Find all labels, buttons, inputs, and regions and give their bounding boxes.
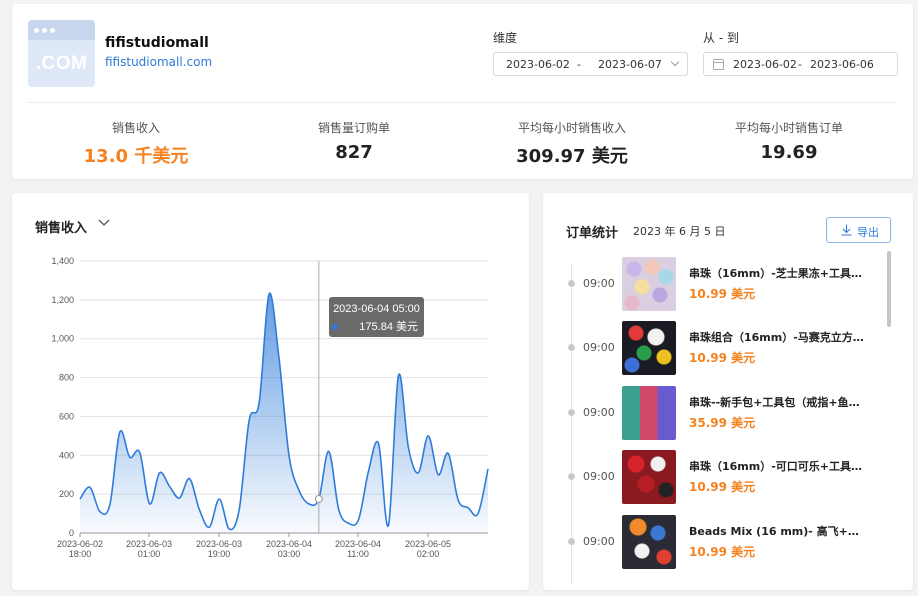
tooltip-value: 175.84 美元 [359,320,418,333]
dimension-select[interactable]: 2023-06-02 - 2023-06-07 [493,52,688,76]
order-time: 09:00 [583,470,615,483]
metric-label: 平均每小时销售收入 [517,121,626,135]
dimension-end: 2023-06-07 [598,58,662,71]
tooltip-title: 2023-06-04 05:00 [333,303,420,315]
product-name: 串珠（16mm）-可口可乐+工具包（戒指+鱼线） [689,460,864,473]
x-tick-time: 18:00 [69,549,92,559]
dimension-separator: - [577,58,581,71]
shop-name: fifistudiomall [105,35,209,51]
y-tick-label: 1,000 [51,334,74,344]
product-name: 串珠--新手包+工具包（戒指+鱼线+剪刀） [689,396,864,409]
product-price: 10.99 美元 [689,287,756,301]
shop-logo: .COM [28,20,95,87]
timeline-dot [568,409,575,416]
order-time: 09:00 [583,341,615,354]
revenue-chart-card: 销售收入 0 200 400 600 800 1,000 1,200 1,400 2023-06… [12,193,529,590]
y-tick-label: 1,200 [51,295,74,305]
range-separator: - [798,58,802,71]
scrollbar[interactable] [887,251,891,327]
x-tick-date: 2023-06-03 [126,539,172,549]
metric-sales-revenue: 销售收入 13.0 千美元 [26,119,246,168]
y-tick-label: 200 [59,489,74,499]
x-tick-date: 2023-06-04 [335,539,381,549]
order-item[interactable]: 09:00 串珠--新手包+工具包（戒指+鱼线+剪刀） 35.99 美元 [543,385,883,441]
metric-value: 19.69 [760,142,818,163]
product-name: 串珠组合（16mm）-马赛克立方体+工具包 [689,331,864,344]
export-button[interactable]: 导出 [826,217,891,243]
order-time: 09:00 [583,277,615,290]
product-price: 10.99 美元 [689,351,756,365]
x-tick-date: 2023-06-03 [196,539,242,549]
dimension-start: 2023-06-02 [506,58,570,71]
x-tick-date: 2023-06-02 [57,539,103,549]
product-name: 串珠（16mm）-芝士果冻+工具包（戒指+鱼线+... [689,267,864,280]
product-name: Beads Mix (16 mm)- 高飞+工具包 [689,525,864,538]
x-tick-time: 01:00 [138,549,161,559]
hover-point [314,495,323,503]
order-item[interactable]: 09:00 串珠组合（16mm）-马赛克立方体+工具包 10.99 美元 [543,320,883,376]
product-price: 10.99 美元 [689,545,756,559]
order-time: 09:00 [583,406,615,419]
metric-label: 平均每小时销售订单 [734,121,843,135]
x-tick-time: 11:00 [347,549,369,559]
order-item[interactable]: 09:00 Beads Mix (16 mm)- 高飞+工具包 10.99 美元 [543,514,883,570]
chevron-down-icon [670,57,680,67]
date-range-picker[interactable]: 2023-06-02 - 2023-06-06 [703,52,898,76]
shop-logo-text: .COM [35,53,88,74]
y-tick-label: 600 [59,411,74,421]
order-item[interactable]: 09:00 串珠（16mm）-芝士果冻+工具包（戒指+鱼线+... 10.99 … [543,256,883,312]
x-tick-time: 19:00 [208,549,231,559]
metric-label: 销售量订购单 [317,121,390,135]
order-item[interactable]: 09:00 串珠（16mm）-可口可乐+工具包（戒指+鱼线） 10.99 美元 [543,449,883,505]
metric-value: 309.97 美元 [516,146,628,167]
metric-hourly-revenue: 平均每小时销售收入 309.97 美元 [462,119,682,168]
calendar-icon [713,59,724,70]
dimension-label: 维度 [493,31,518,45]
export-label: 导出 [857,226,879,239]
metric-value: 13.0 千美元 [83,146,189,167]
product-image [622,386,676,440]
tooltip-marker [332,324,338,330]
range-label: 从 - 到 [703,31,739,45]
revenue-chart[interactable]: 0 200 400 600 800 1,000 1,200 1,400 2023-06-0218… [12,193,529,590]
timeline-dot [568,473,575,480]
orders-date: 2023 年 6 月 5 日 [633,225,726,238]
order-time: 09:00 [583,535,615,548]
product-price: 10.99 美元 [689,480,756,494]
summary-card: .COM fifistudiomall fifistudiomall.com 维… [12,4,913,179]
orders-card: 订单统计 2023 年 6 月 5 日 导出 09:00 串珠（16mm）-芝士… [543,193,913,590]
range-end: 2023-06-06 [810,58,874,71]
product-image [622,450,676,504]
x-tick-time: 03:00 [278,549,301,559]
metric-hourly-orders: 平均每小时销售订单 19.69 [679,119,899,163]
x-tick-date: 2023-06-04 [266,539,312,549]
y-tick-label: 800 [59,373,74,383]
x-tick-date: 2023-06-05 [405,539,451,549]
metric-value: 827 [335,142,373,163]
metric-sales-orders: 销售量订购单 827 [244,119,464,163]
metric-label: 销售收入 [111,121,160,135]
orders-title: 订单统计 [566,226,619,241]
divider [28,102,897,103]
timeline-dot [568,344,575,351]
range-start: 2023-06-02 [733,58,797,71]
product-image [622,321,676,375]
product-image [622,515,676,569]
y-tick-label: 400 [59,450,74,460]
timeline-dot [568,280,575,287]
y-tick-label: 1,400 [51,256,74,266]
product-price: 35.99 美元 [689,416,756,430]
timeline-dot [568,538,575,545]
y-tick-label: 0 [69,528,74,538]
product-image [622,257,676,311]
x-tick-time: 02:00 [417,549,440,559]
download-icon [841,224,852,236]
shop-url-link[interactable]: fifistudiomall.com [105,55,212,69]
